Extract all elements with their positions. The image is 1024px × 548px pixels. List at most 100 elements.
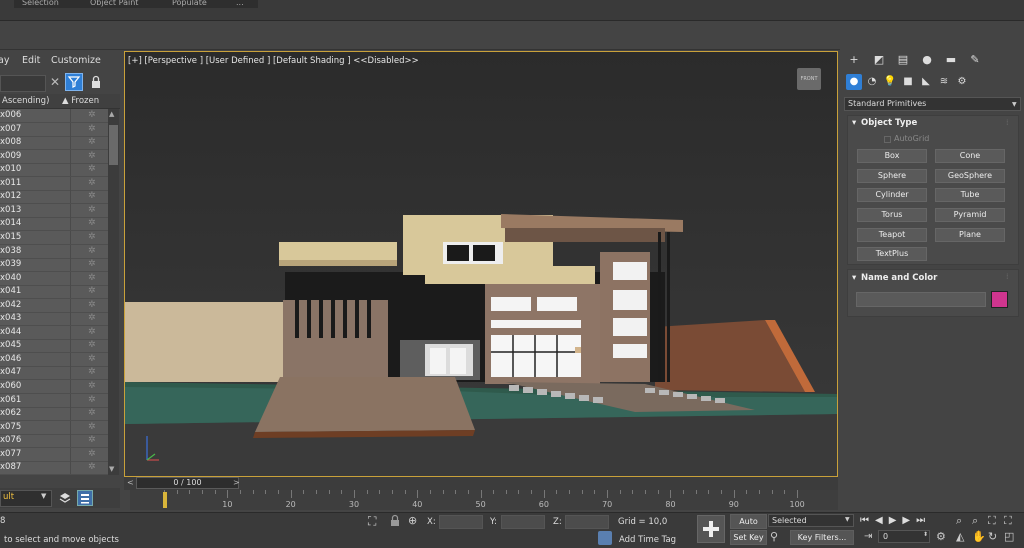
perspective-viewport[interactable]	[124, 51, 838, 477]
previous-frame-icon[interactable]: ◀	[875, 515, 889, 526]
time-slider[interactable]: 0 / 100	[136, 477, 239, 489]
layers-icon[interactable]	[58, 491, 72, 505]
freeze-toggle-icon[interactable]: ✲	[88, 273, 96, 284]
plane-button[interactable]: Plane	[935, 228, 1005, 242]
y-coordinate-field[interactable]	[501, 515, 545, 529]
tab-populate[interactable]: Populate	[164, 0, 232, 8]
freeze-toggle-icon[interactable]: ✲	[88, 191, 96, 202]
freeze-toggle-icon[interactable]: ✲	[88, 408, 96, 419]
geosphere-button[interactable]: GeoSphere	[935, 169, 1005, 183]
freeze-toggle-icon[interactable]: ✲	[88, 205, 96, 216]
viewport-label[interactable]: [+] [Perspective ] [User Defined ] [Defa…	[128, 56, 419, 66]
go-to-start-icon[interactable]: ⏮	[860, 515, 875, 526]
freeze-toggle-icon[interactable]: ✲	[88, 367, 96, 378]
freeze-toggle-icon[interactable]: ✲	[88, 286, 96, 297]
key-mode-icon[interactable]: ⚲	[770, 530, 784, 544]
freeze-toggle-icon[interactable]: ✲	[88, 151, 96, 162]
freeze-toggle-icon[interactable]: ✲	[88, 164, 96, 175]
display-tab-icon[interactable]: ▬	[942, 52, 960, 68]
cone-button[interactable]: Cone	[935, 149, 1005, 163]
fov-icon[interactable]: ◭	[956, 529, 964, 545]
object-type-title[interactable]: Object Type	[861, 118, 917, 128]
freeze-toggle-icon[interactable]: ✲	[88, 340, 96, 351]
name-column-header[interactable]: Ascending)	[2, 96, 49, 106]
freeze-toggle-icon[interactable]: ✲	[88, 354, 96, 365]
create-tab-icon[interactable]: +	[845, 52, 863, 68]
freeze-toggle-icon[interactable]: ✲	[88, 110, 96, 121]
auto-key-button[interactable]: Auto Key	[730, 514, 767, 539]
explorer-row[interactable]: x060 ✲	[0, 380, 108, 394]
freeze-toggle-icon[interactable]: ✲	[88, 137, 96, 148]
explorer-row[interactable]: x010 ✲	[0, 163, 108, 178]
pyramid-button[interactable]: Pyramid	[935, 208, 1005, 222]
absolute-mode-icon[interactable]: ⊕	[408, 514, 422, 528]
freeze-toggle-icon[interactable]: ✲	[88, 246, 96, 257]
category-dropdown[interactable]: Standard Primitives ▼	[844, 97, 1021, 111]
tab-more[interactable]: ...	[228, 0, 258, 8]
explorer-row[interactable]: x044 ✲	[0, 325, 108, 340]
explorer-row[interactable]: x009 ✲	[0, 149, 108, 164]
scroll-down-icon[interactable]: ▼	[109, 465, 114, 473]
z-coordinate-field[interactable]	[565, 515, 609, 529]
set-key-big-button[interactable]	[697, 515, 725, 543]
zoom-extents-icon[interactable]: ⛶	[988, 513, 996, 529]
box-button[interactable]: Box	[857, 149, 927, 163]
selection-lock-icon[interactable]	[389, 514, 401, 528]
freeze-toggle-icon[interactable]: ✲	[88, 381, 96, 392]
spacewarps-icon[interactable]: ≋	[936, 74, 952, 90]
collapse-icon[interactable]: ▾	[852, 118, 856, 128]
explorer-row[interactable]: x076 ✲	[0, 434, 108, 449]
autogrid-checkbox[interactable]	[884, 136, 891, 143]
object-color-swatch[interactable]	[991, 291, 1008, 308]
hierarchy-tab-icon[interactable]: ▤	[894, 52, 912, 68]
time-tag-icon[interactable]	[598, 531, 612, 545]
explorer-row[interactable]: x007 ✲	[0, 122, 108, 137]
time-pointer[interactable]	[163, 492, 167, 508]
shapes-icon[interactable]: ◔	[864, 74, 880, 90]
freeze-toggle-icon[interactable]: ✲	[88, 218, 96, 229]
tube-button[interactable]: Tube	[935, 188, 1005, 202]
time-next-icon[interactable]: >	[233, 478, 240, 487]
cameras-icon[interactable]: ■	[900, 74, 916, 90]
explorer-row[interactable]: x008 ✲	[0, 136, 108, 151]
tab-selection[interactable]: Selection	[14, 0, 86, 8]
add-time-tag-button[interactable]: Add Time Tag	[619, 535, 676, 545]
utilities-tab-icon[interactable]: ✎	[966, 52, 984, 68]
set-key-button[interactable]: Set Key	[730, 530, 767, 545]
modify-tab-icon[interactable]: ◩	[870, 52, 888, 68]
key-selection-dropdown[interactable]: Selected ▼	[768, 514, 854, 527]
explorer-row[interactable]: x006 ✲	[0, 109, 108, 123]
play-icon[interactable]: ▶	[889, 515, 903, 526]
filter-icon[interactable]	[65, 73, 83, 91]
viewcube-icon[interactable]: FRONT	[797, 68, 821, 90]
next-frame-icon[interactable]: ▶	[902, 515, 916, 526]
explorer-row[interactable]: x045 ✲	[0, 339, 108, 354]
explorer-row[interactable]: x047 ✲	[0, 366, 108, 381]
sphere-button[interactable]: Sphere	[857, 169, 927, 183]
explorer-row[interactable]: x075 ✲	[0, 420, 108, 435]
explorer-row[interactable]: x042 ✲	[0, 298, 108, 313]
orbit-icon[interactable]: ↻	[988, 529, 997, 545]
explorer-row[interactable]: x046 ✲	[0, 352, 108, 367]
explorer-row[interactable]: x061 ✲	[0, 393, 108, 408]
motion-tab-icon[interactable]: ●	[918, 52, 936, 68]
explorer-row[interactable]: x087 ✲	[0, 461, 108, 475]
tab-object-paint[interactable]: Object Paint	[82, 0, 168, 8]
explorer-row[interactable]: x038 ✲	[0, 244, 108, 259]
freeze-toggle-icon[interactable]: ✲	[88, 395, 96, 406]
textplus-button[interactable]: TextPlus	[857, 247, 927, 261]
go-to-end-icon[interactable]: ⏭	[916, 515, 931, 526]
explorer-row[interactable]: x041 ✲	[0, 285, 108, 300]
explorer-row[interactable]: x011 ✲	[0, 176, 108, 191]
pan-icon[interactable]: ✋	[972, 529, 986, 545]
helpers-icon[interactable]: ◣	[918, 74, 934, 90]
freeze-toggle-icon[interactable]: ✲	[88, 313, 96, 324]
frozen-column-header[interactable]: ▲ Frozen	[62, 96, 99, 106]
explorer-row[interactable]: x043 ✲	[0, 312, 108, 327]
name-and-color-title[interactable]: Name and Color	[861, 273, 937, 283]
hierarchy-icon[interactable]	[77, 490, 93, 506]
explorer-row[interactable]: x062 ✲	[0, 407, 108, 422]
lock-icon[interactable]	[89, 74, 103, 90]
lights-icon[interactable]: 💡	[882, 74, 898, 90]
timeline-ruler[interactable]: 10 20 30 40 50 60 70 80 90 100	[130, 490, 838, 510]
